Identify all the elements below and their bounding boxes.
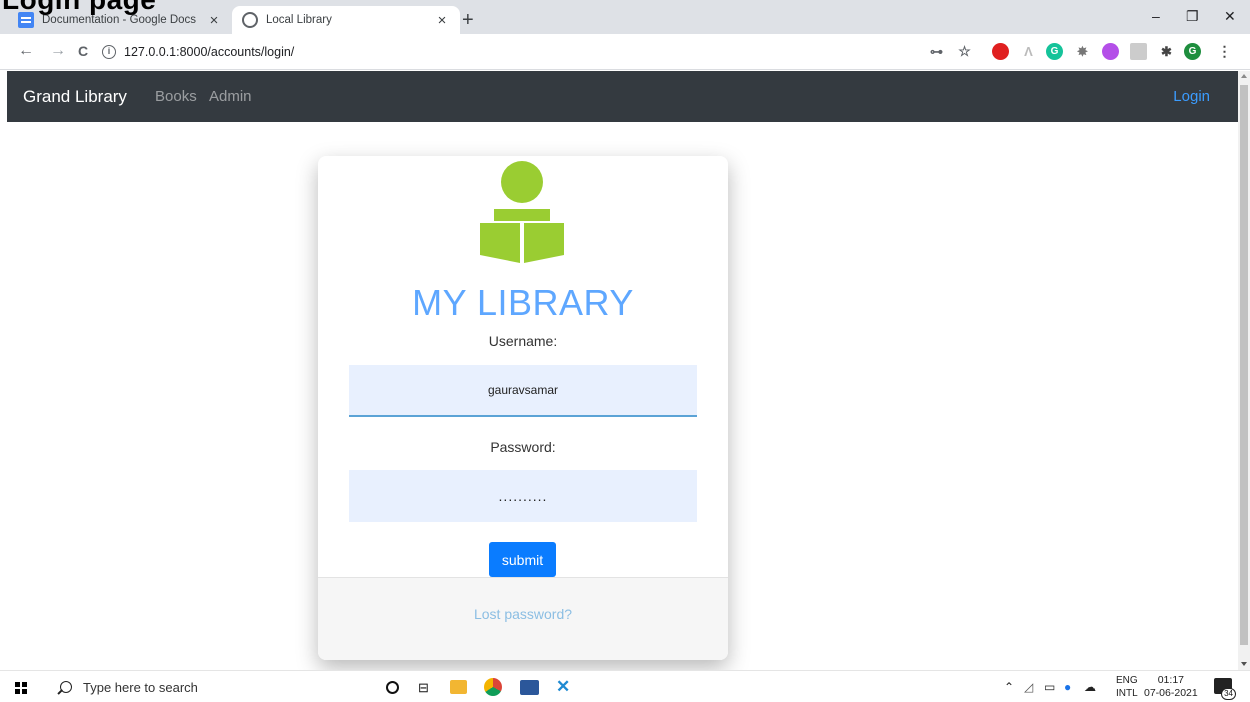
site-navbar: Grand Library Books Admin Login (7, 71, 1238, 122)
close-icon[interactable]: × (432, 12, 452, 29)
reload-button[interactable]: C (78, 43, 88, 59)
clock-date: 07-06-2021 (1144, 687, 1198, 699)
bookmark-star-icon[interactable]: ☆ (956, 43, 973, 60)
page-scrollbar[interactable] (1238, 71, 1250, 670)
lang-code: ENG (1116, 675, 1138, 686)
overlay-heading: Login page (2, 0, 156, 14)
tab-local-library[interactable]: Local Library × (232, 6, 460, 34)
chrome-icon[interactable] (484, 678, 502, 696)
back-button[interactable]: ← (18, 42, 34, 60)
bug-extension-icon[interactable]: ✸ (1074, 43, 1091, 60)
scroll-up-icon[interactable] (1241, 74, 1247, 78)
notification-icon[interactable]: 34 (1214, 678, 1236, 700)
grey-extension-icon[interactable] (1130, 43, 1147, 60)
forward-button[interactable]: → (50, 42, 66, 60)
address-bar[interactable]: i 127.0.0.1:8000/accounts/login/ (102, 39, 912, 65)
reader-book-icon (480, 161, 564, 263)
tab-label: Documentation - Google Docs (42, 14, 197, 26)
address-text: 127.0.0.1:8000/accounts/login/ (124, 45, 295, 59)
minimize-button[interactable]: – (1152, 8, 1160, 24)
profile-avatar[interactable]: G (1184, 43, 1201, 60)
restore-button[interactable]: ❐ (1186, 8, 1199, 25)
new-tab-button[interactable]: + (462, 10, 474, 30)
clock-time: 01:17 (1157, 674, 1184, 686)
bluetooth-icon[interactable]: ● (1064, 680, 1071, 694)
screen: { "overlay_heading": "Login page", "brow… (0, 0, 1250, 702)
info-icon[interactable]: i (102, 45, 116, 59)
nav-admin-link[interactable]: Admin (209, 88, 252, 105)
scrollbar-thumb[interactable] (1240, 85, 1248, 645)
globe-icon (242, 12, 258, 28)
language-indicator[interactable]: ENG INTL (1116, 674, 1138, 700)
task-view-icon[interactable]: ⊟ (418, 680, 436, 698)
puzzle-extensions-icon[interactable]: ✱ (1158, 43, 1175, 60)
cortana-icon[interactable] (386, 681, 399, 694)
key-icon[interactable]: ⊶ (928, 43, 945, 60)
opera-extension-icon[interactable] (992, 43, 1009, 60)
tab-strip: Documentation - Google Docs × Local Libr… (0, 0, 1250, 34)
grammarly-icon[interactable]: G (1046, 43, 1063, 60)
password-label: Password: (490, 439, 556, 455)
username-input[interactable] (349, 365, 697, 417)
tab-label: Local Library (266, 14, 332, 26)
lost-password-link[interactable]: Lost password? (318, 606, 728, 622)
card-footer: Lost password? (318, 577, 728, 660)
onedrive-icon[interactable]: ☁ (1084, 680, 1096, 694)
taskbar-search[interactable]: Type here to search (46, 671, 364, 702)
taskbar: Type here to search ⊟ ✕ ⌃ ◿ ▭ ● ☁ ENG IN… (0, 670, 1250, 702)
lang-layout: INTL (1116, 688, 1138, 699)
vscode-icon[interactable]: ✕ (556, 677, 574, 696)
login-card: MY LIBRARY Username: Password: submit Lo… (318, 156, 728, 660)
purple-extension-icon[interactable] (1102, 43, 1119, 60)
menu-icon[interactable]: ⋮ (1216, 43, 1233, 60)
close-icon[interactable]: × (204, 12, 224, 29)
username-label: Username: (488, 333, 558, 349)
brand-link[interactable]: Grand Library (23, 87, 127, 107)
tray-chevron-icon[interactable]: ⌃ (1004, 680, 1014, 694)
notification-count: 34 (1221, 688, 1236, 700)
extension-icon[interactable]: Λ (1020, 43, 1037, 60)
nav-login-link[interactable]: Login (1173, 88, 1210, 105)
password-input[interactable] (349, 470, 697, 522)
file-explorer-icon[interactable] (450, 680, 467, 694)
search-icon (60, 681, 72, 693)
clock[interactable]: 01:17 07-06-2021 (1144, 674, 1198, 700)
browser-toolbar: ← → C i 127.0.0.1:8000/accounts/login/ ⊶… (0, 34, 1250, 70)
scroll-down-icon[interactable] (1241, 662, 1247, 666)
word-icon[interactable] (520, 680, 539, 695)
app-title: MY LIBRARY (412, 282, 634, 323)
window-close-button[interactable]: ✕ (1224, 8, 1236, 25)
battery-icon[interactable]: ▭ (1044, 680, 1055, 694)
windows-start-icon[interactable] (15, 682, 27, 694)
nav-books-link[interactable]: Books (155, 88, 197, 105)
submit-button[interactable]: submit (489, 542, 556, 577)
search-placeholder: Type here to search (83, 679, 198, 695)
network-icon[interactable]: ◿ (1024, 680, 1033, 694)
